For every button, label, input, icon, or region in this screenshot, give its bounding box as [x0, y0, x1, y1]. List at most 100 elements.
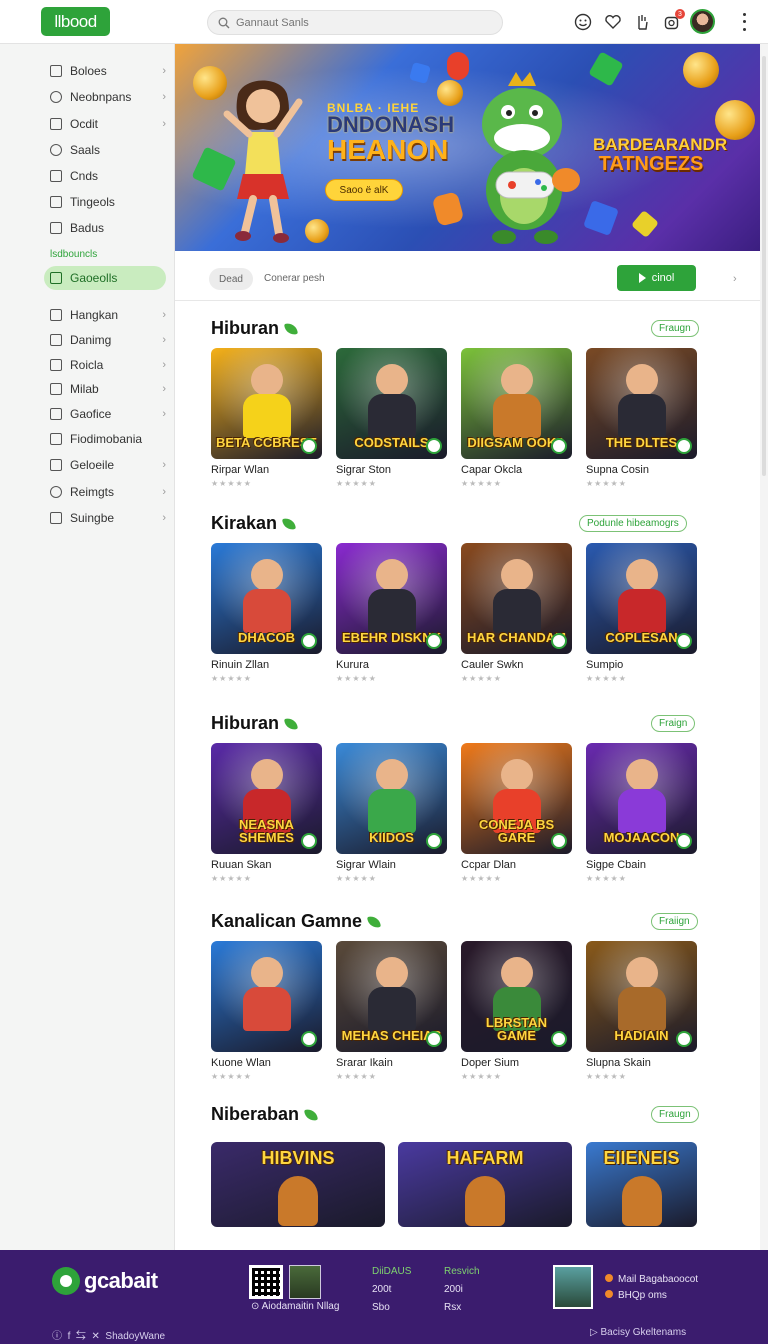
game-thumbnail[interactable]: NEASNA SHEMES — [211, 743, 322, 854]
hero-cta-button[interactable]: Saoo ë alK — [325, 179, 403, 201]
hero-banner[interactable]: BNLBA · IEHE DNDONASH HEANON Saoo ë alK … — [175, 44, 760, 251]
game-card[interactable]: THE DLTES Supna Cosin ★★★★★ — [586, 348, 697, 488]
sidebar-item-saals[interactable]: Saals — [44, 139, 166, 161]
sidebar-item-roicla[interactable]: Roicla › — [44, 354, 166, 376]
page-scrollbar[interactable] — [760, 44, 768, 1250]
sidebar-item-hangkan[interactable]: Hangkan › — [44, 304, 166, 326]
sidebar-item-tingeols[interactable]: Tingeols — [44, 191, 166, 213]
game-thumbnail[interactable]: HADIAIN — [586, 941, 697, 1052]
game-card[interactable]: EBEHR DISKNK Kurura ★★★★★ — [336, 543, 447, 683]
game-name: Doper Sium — [461, 1057, 520, 1069]
play-button[interactable]: cinol — [617, 265, 696, 291]
footer-link-text: Mail Bagabaoocot — [618, 1274, 699, 1285]
sidebar-item-gaofice[interactable]: Gaofice › — [44, 403, 166, 425]
game-thumbnail[interactable]: CONEJA BS GARE — [461, 743, 572, 854]
character-body — [368, 589, 416, 633]
section-more-link[interactable]: Fraign — [651, 715, 696, 732]
game-thumbnail[interactable]: THE DLTES — [586, 348, 697, 459]
game-name: Cauler Swkn — [461, 659, 524, 671]
game-thumbnail[interactable]: MEHAS CHEIAS — [336, 941, 447, 1052]
game-card[interactable]: KIIDOS Sigrar Wlain ★★★★★ — [336, 743, 447, 883]
facebook-icon[interactable]: f — [68, 1331, 71, 1342]
sidebar-item-fiodimobania[interactable]: Fiodimobania — [44, 428, 166, 450]
more-icon[interactable] — [738, 11, 750, 33]
game-card[interactable]: HADIAIN Slupna Skain ★★★★★ — [586, 941, 697, 1081]
rating-stars-icon: ★★★★★ — [461, 1072, 502, 1081]
game-thumbnail[interactable]: BETA CCBRESE — [211, 348, 322, 459]
game-card[interactable]: LBRSTAN GAME Doper Sium ★★★★★ — [461, 941, 572, 1081]
chevron-right-icon[interactable]: › — [733, 273, 737, 285]
sidebar-item-reimgts[interactable]: Reimgts › — [44, 481, 166, 503]
sidebar-item-ocdit[interactable]: Ocdit › — [44, 113, 166, 135]
footer-avatar — [553, 1265, 593, 1309]
footer-link[interactable]: Mail Bagabaoocot — [605, 1272, 698, 1288]
sidebar-item-milab[interactable]: Milab › — [44, 378, 166, 400]
sidebar-item-geloeile[interactable]: Geloeile › — [44, 454, 166, 476]
game-card[interactable]: HAR CHANDAM Cauler Swkn ★★★★★ — [461, 543, 572, 683]
game-thumbnail[interactable]: KIIDOS — [336, 743, 447, 854]
game-thumbnail[interactable]: HAR CHANDAM — [461, 543, 572, 654]
character-head — [251, 957, 283, 989]
sidebar-item-danimg[interactable]: Danimg › — [44, 329, 166, 351]
site-logo[interactable]: llbood — [41, 7, 110, 36]
scrollbar-thumb[interactable] — [762, 56, 766, 476]
game-card[interactable]: DHACOB Rinuin Zllan ★★★★★ — [211, 543, 322, 683]
heart-icon[interactable] — [603, 12, 623, 32]
sidebar-item-boloes[interactable]: Boloes › — [44, 60, 166, 82]
game-thumbnail[interactable]: MOJAACON — [586, 743, 697, 854]
rating-stars-icon: ★★★★★ — [336, 1072, 377, 1081]
search-box[interactable] — [207, 10, 503, 35]
footer-link[interactable]: 200i — [444, 1281, 480, 1299]
game-card[interactable]: MOJAACON Sigpe Cbain ★★★★★ — [586, 743, 697, 883]
filter-chip[interactable]: Dead — [209, 268, 253, 290]
featured-game-banner[interactable]: EIIENEIS — [586, 1142, 697, 1227]
game-thumbnail[interactable]: LBRSTAN GAME — [461, 941, 572, 1052]
footer-link[interactable]: Sbo — [372, 1299, 411, 1317]
twitter-icon[interactable]: ✕ — [91, 1331, 99, 1342]
game-card[interactable]: MEHAS CHEIAS Srarar Ikain ★★★★★ — [336, 941, 447, 1081]
smiley-icon[interactable] — [573, 12, 593, 32]
sidebar-item-gaoeolls[interactable]: Gaoeolls — [44, 266, 166, 290]
game-card[interactable]: CODSTAILS Sigrar Ston ★★★★★ — [336, 348, 447, 488]
sidebar-item-label: Saals — [70, 143, 101, 157]
section-more-link[interactable]: Podunle hibeamogrs — [579, 515, 687, 532]
footer-link[interactable]: 200t — [372, 1281, 411, 1299]
game-thumbnail[interactable]: DIIGSAM OOKA — [461, 348, 572, 459]
hand-icon[interactable] — [632, 12, 652, 32]
sidebar-item-suingbe[interactable]: Suingbe › — [44, 507, 166, 529]
game-thumbnail[interactable] — [211, 941, 322, 1052]
section-title: Niberaban — [211, 1104, 318, 1125]
featured-game-banner[interactable]: HAFARM — [398, 1142, 572, 1227]
qr-code — [249, 1265, 283, 1299]
box-icon — [50, 433, 62, 445]
game-card[interactable]: Kuone Wlan ★★★★★ — [211, 941, 322, 1081]
section-more-link[interactable]: Fraugn — [651, 320, 699, 337]
footer-link[interactable]: BHQp oms — [605, 1288, 698, 1304]
notification-icon[interactable]: 3 — [662, 9, 685, 32]
footer-bottom-right-text[interactable]: Bacisy Gkeltenams — [600, 1327, 686, 1338]
footer-logo[interactable]: gcabait — [52, 1267, 158, 1295]
sidebar-item-neobnpans[interactable]: Neobnpans › — [44, 86, 166, 108]
game-character — [241, 559, 293, 633]
info-icon[interactable]: ⓘ — [52, 1331, 62, 1342]
section-more-link[interactable]: Fraugn — [651, 1106, 699, 1123]
hero-dragon-character — [482, 72, 580, 244]
game-card[interactable]: COPLESAN Sumpio ★★★★★ — [586, 543, 697, 683]
game-card[interactable]: DIIGSAM OOKA Capar Okcla ★★★★★ — [461, 348, 572, 488]
game-thumbnail[interactable]: CODSTAILS — [336, 348, 447, 459]
section-more-link[interactable]: Fraiign — [651, 913, 698, 930]
game-card[interactable]: NEASNA SHEMES Ruuan Skan ★★★★★ — [211, 743, 322, 883]
featured-game-banner[interactable]: HIBVINS — [211, 1142, 385, 1227]
game-thumbnail[interactable]: DHACOB — [211, 543, 322, 654]
game-card[interactable]: CONEJA BS GARE Ccpar Dlan ★★★★★ — [461, 743, 572, 883]
hero-badge-line1: BARDEARANDR — [593, 135, 728, 154]
game-card[interactable]: BETA CCBRESE Rirpar Wlan ★★★★★ — [211, 348, 322, 488]
footer-link[interactable]: Rsx — [444, 1299, 480, 1317]
sidebar-item-cnds[interactable]: Cnds — [44, 165, 166, 187]
search-input[interactable] — [236, 16, 476, 29]
user-avatar[interactable] — [690, 9, 715, 34]
game-thumbnail[interactable]: COPLESAN — [586, 543, 697, 654]
share-icon[interactable]: ⇆ — [76, 1331, 86, 1342]
game-thumbnail[interactable]: EBEHR DISKNK — [336, 543, 447, 654]
sidebar-item-badus[interactable]: Badus — [44, 217, 166, 239]
